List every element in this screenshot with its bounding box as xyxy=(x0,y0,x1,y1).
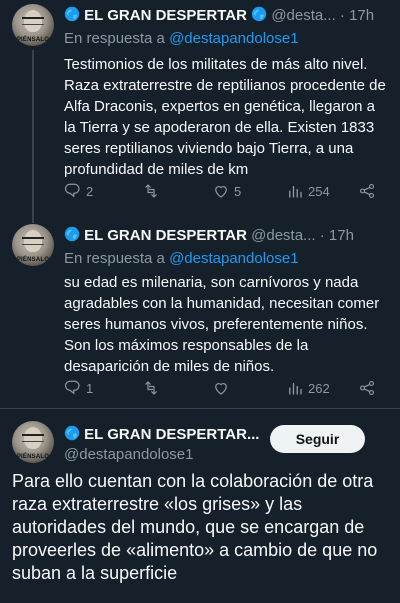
thread-line xyxy=(32,215,34,223)
reply-button[interactable]: 2 xyxy=(64,182,93,200)
reply-prefix: En respuesta a xyxy=(64,250,170,267)
username[interactable]: @desta... xyxy=(271,7,335,24)
views-count: 254 xyxy=(308,183,330,199)
timestamp[interactable]: 17h xyxy=(329,227,354,244)
display-name[interactable]: EL GRAN DESPERTAR xyxy=(84,227,247,244)
views-icon xyxy=(289,382,302,395)
reply-count: 1 xyxy=(86,380,94,396)
views-button[interactable]: 262 xyxy=(286,379,330,397)
like-button[interactable] xyxy=(212,379,234,397)
main-tweet-text: Para ello cuentan con la colaboración de… xyxy=(12,471,378,583)
separator-dot: · xyxy=(339,7,345,24)
timestamp[interactable]: 17h xyxy=(349,7,374,24)
reply-mention[interactable]: @destapandolose1 xyxy=(169,30,299,47)
username[interactable]: @desta... xyxy=(251,227,315,244)
reply-prefix: En respuesta a xyxy=(64,30,170,47)
follow-button[interactable]: Seguir xyxy=(270,425,365,453)
separator-dot: · xyxy=(319,227,325,244)
avatar-caption: PIÉNSALO xyxy=(16,454,50,460)
avatar[interactable]: PIÉNSALO xyxy=(12,224,54,266)
globe-icon xyxy=(64,226,80,242)
views-count: 262 xyxy=(308,380,330,396)
avatar-caption: PIÉNSALO xyxy=(16,257,50,263)
author-name-row: EL GRAN DESPERTAR... xyxy=(64,425,259,443)
thread-line xyxy=(32,50,34,215)
avatar[interactable]: PIÉNSALO xyxy=(12,4,54,46)
share-icon[interactable] xyxy=(358,182,376,200)
globe-icon xyxy=(64,6,80,22)
retweet-button[interactable] xyxy=(142,379,164,397)
like-icon xyxy=(215,383,227,395)
tweet-text: su edad es milenaria, son carnívoros y n… xyxy=(64,274,380,375)
globe-icon xyxy=(64,425,80,441)
retweet-button[interactable] xyxy=(142,182,164,200)
like-icon xyxy=(215,186,227,198)
tweet-actions: 1 262 xyxy=(64,379,376,399)
avatar[interactable]: PIÉNSALO xyxy=(12,421,54,463)
share-icon[interactable] xyxy=(358,379,376,397)
tweet-text: Testimonios de los militates de más alto… xyxy=(64,56,386,178)
views-button[interactable]: 254 xyxy=(286,182,330,200)
tweet-actions: 2 5 254 xyxy=(64,182,376,202)
reply-count: 2 xyxy=(86,183,94,199)
reply-context: En respuesta a @destapandolose1 xyxy=(64,30,299,47)
views-icon xyxy=(289,185,302,198)
reply-icon xyxy=(64,183,80,197)
avatar-caption: PIÉNSALO xyxy=(16,37,50,43)
display-name[interactable]: EL GRAN DESPERTAR xyxy=(84,7,247,24)
globe-icon xyxy=(251,6,267,22)
reply-context: En respuesta a @destapandolose1 xyxy=(64,250,299,267)
display-name[interactable]: EL GRAN DESPERTAR... xyxy=(84,426,259,443)
reply-button[interactable]: 1 xyxy=(64,379,93,397)
retweet-icon xyxy=(145,381,157,395)
like-count: 5 xyxy=(234,183,242,199)
like-button[interactable]: 5 xyxy=(212,182,241,200)
tweet-header: EL GRAN DESPERTAR @desta... · 17h xyxy=(64,226,354,244)
retweet-icon xyxy=(145,184,157,198)
reply-mention[interactable]: @destapandolose1 xyxy=(169,250,299,267)
tweet-header: EL GRAN DESPERTAR @desta... · 17h xyxy=(64,6,374,24)
username[interactable]: @destapandolose1 xyxy=(64,446,194,463)
tweet[interactable]: PIÉNSALO EL GRAN DESPERTAR @desta... · 1… xyxy=(0,0,400,215)
tweet[interactable]: PIÉNSALO EL GRAN DESPERTAR @desta... · 1… xyxy=(0,215,400,410)
reply-icon xyxy=(64,380,80,394)
